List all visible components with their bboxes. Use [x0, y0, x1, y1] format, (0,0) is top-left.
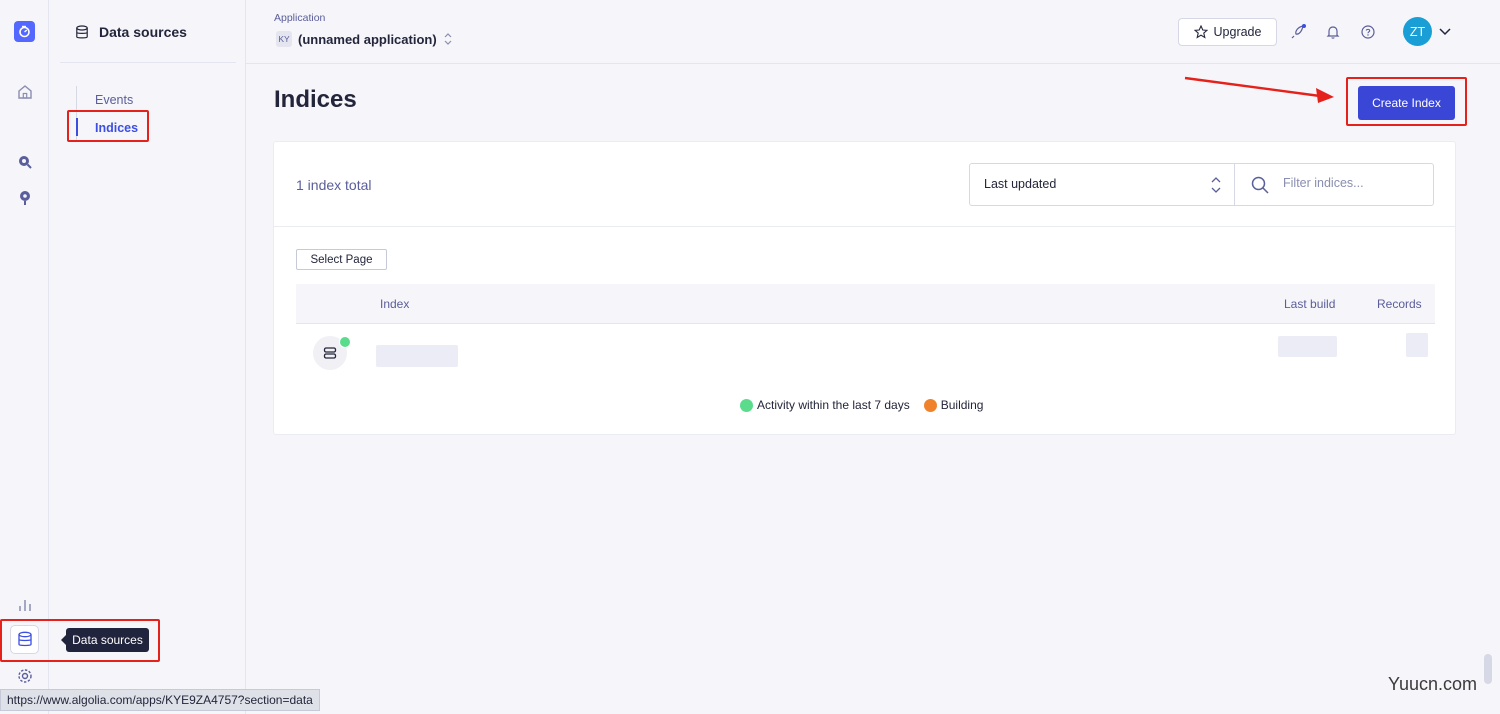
algolia-logo-icon[interactable]: [14, 21, 35, 42]
search-icon: [1251, 176, 1269, 194]
blurred-records: [1406, 333, 1428, 357]
select-page-button[interactable]: Select Page: [296, 249, 387, 270]
application-badge: KY: [276, 31, 292, 47]
highlight-indices-item: [67, 110, 149, 142]
settings-gear-icon[interactable]: [13, 664, 37, 688]
user-avatar[interactable]: ZT: [1403, 17, 1432, 46]
column-header-index[interactable]: Index: [380, 297, 409, 311]
status-legend: Activity within the last 7 days Building: [740, 398, 983, 412]
column-header-last-build[interactable]: Last build: [1284, 297, 1335, 311]
legend-active-label: Activity within the last 7 days: [757, 398, 910, 412]
blurred-index-name[interactable]: [376, 345, 458, 367]
top-header: Application KY (unnamed application) Upg…: [246, 0, 1500, 64]
app-page: Data sources Events Indices Application …: [0, 0, 1500, 714]
legend-building-dot: [923, 398, 937, 412]
help-icon[interactable]: [1358, 22, 1378, 42]
star-icon: [1193, 25, 1208, 39]
legend-active-dot: [740, 398, 753, 412]
scrollbar-thumb[interactable]: [1484, 654, 1492, 684]
filter-indices-field[interactable]: [1234, 163, 1434, 206]
sidebar-divider: [60, 62, 236, 63]
blurred-last-build: [1278, 336, 1337, 357]
indices-card: 1 index total Last updated Select Page I…: [273, 141, 1456, 435]
card-toolbar: 1 index total Last updated: [274, 142, 1455, 227]
filter-indices-input[interactable]: [1283, 176, 1423, 190]
table-row[interactable]: [296, 325, 1435, 381]
sort-select[interactable]: Last updated: [969, 163, 1235, 206]
watermark-text: Yuucn.com: [1388, 674, 1478, 694]
upgrade-button[interactable]: Upgrade: [1178, 18, 1277, 46]
data-sources-tooltip: Data sources: [61, 628, 149, 652]
upgrade-label: Upgrade: [1213, 25, 1262, 39]
data-sources-sidebar: Data sources Events Indices: [49, 0, 246, 714]
sidebar-header: Data sources: [75, 24, 187, 40]
chevron-up-down-icon: [1211, 177, 1221, 193]
sort-select-value: Last updated: [984, 177, 1057, 191]
annotation-arrow-icon: [1184, 76, 1334, 103]
search-product-icon[interactable]: [13, 150, 37, 174]
recommend-product-icon[interactable]: [13, 186, 37, 210]
home-icon[interactable]: [13, 80, 37, 104]
application-selector[interactable]: KY (unnamed application): [276, 31, 453, 47]
chevron-up-down-icon: [444, 33, 452, 45]
column-header-records[interactable]: Records: [1377, 297, 1422, 311]
sidebar-title: Data sources: [99, 24, 187, 40]
table-header: Index Last build Records: [296, 284, 1435, 324]
icon-rail: [0, 0, 49, 714]
activity-status-dot: [339, 336, 351, 348]
notification-bell-icon[interactable]: [1323, 22, 1343, 42]
browser-status-url: https://www.algolia.com/apps/KYE9ZA4757?…: [0, 689, 320, 711]
legend-building-label: Building: [940, 398, 984, 412]
database-icon: [76, 24, 88, 38]
rocket-icon[interactable]: [1288, 22, 1308, 42]
analytics-icon[interactable]: [13, 593, 37, 617]
index-total-text: 1 index total: [296, 177, 372, 193]
create-index-button[interactable]: Create Index: [1358, 86, 1455, 120]
application-label: Application: [274, 12, 326, 24]
application-name: (unnamed application): [298, 31, 437, 47]
chevron-down-icon[interactable]: [1435, 22, 1455, 42]
page-title: Indices: [274, 86, 357, 113]
